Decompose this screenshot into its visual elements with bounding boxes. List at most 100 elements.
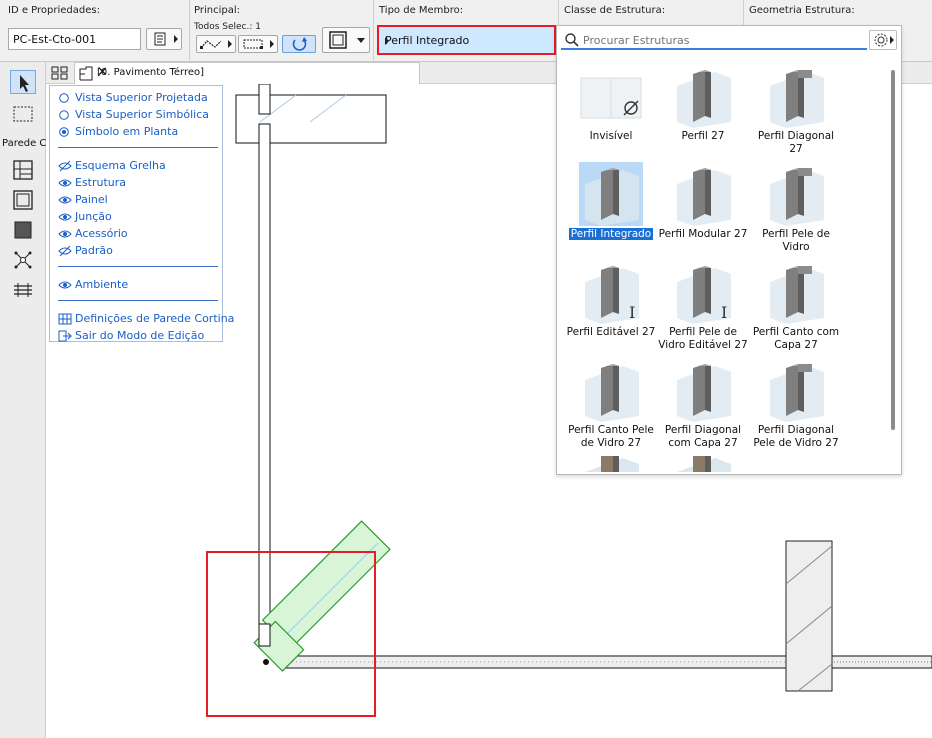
member-type-value: Perfil Integrado (385, 34, 470, 47)
library-tile-label-text: Perfil Diagonal 27 (757, 130, 835, 155)
library-tile[interactable]: Perfil Modular 27 (657, 160, 749, 256)
library-tile[interactable]: Perfil Canto Pele de Vidro 27 (565, 356, 657, 452)
library-tile-label: Perfil Pele de Vidro (750, 228, 842, 254)
flip-button[interactable] (282, 35, 316, 53)
view-menu-item-label: Sair do Modo de Edição (75, 329, 205, 342)
profile-thumb-icon: I (671, 260, 735, 324)
cursor-arrow-icon (20, 75, 29, 92)
library-tile-label: Invisível (565, 130, 657, 143)
junction-tool-button[interactable] (10, 248, 36, 272)
column-element[interactable] (785, 540, 833, 692)
principal-title: Principal: (194, 5, 240, 16)
marquee-icon (13, 106, 33, 122)
chevron-down-icon (357, 38, 365, 43)
rotate-icon (292, 37, 307, 51)
menu-divider (58, 147, 218, 148)
library-tile[interactable]: I Perfil Pele de Vidro Editável 27 (657, 258, 749, 354)
curtain-wall-tool-button[interactable] (10, 158, 36, 182)
document-icon (154, 32, 166, 46)
chevron-right-icon (890, 36, 894, 44)
chevron-right-icon (385, 37, 389, 45)
structure-geometry-title: Geometria Estrutura: (749, 5, 855, 16)
library-tile[interactable]: Perfil Pele de Vidro (750, 160, 842, 256)
eye-icon (58, 279, 72, 291)
view-menu-item-label: Definições de Parede Cortina (75, 312, 235, 325)
radio-checked-icon (58, 126, 70, 138)
empty-set-icon (579, 64, 643, 128)
radio-empty-icon (58, 92, 70, 104)
structure-display-button[interactable] (322, 27, 370, 53)
close-icon[interactable]: ✕ (97, 65, 411, 80)
library-tile[interactable]: Perfil Diagonal Pele de Vidro 27 (750, 356, 842, 452)
library-scrollbar[interactable] (891, 70, 895, 430)
library-tile-label: Perfil Editável 27 (565, 326, 657, 339)
library-tile[interactable]: Perfil 27 (657, 62, 749, 158)
element-id-field[interactable]: PC-Est-Cto-001 (8, 28, 141, 50)
view-menu-item-label: Padrão (75, 244, 113, 257)
menu-divider (58, 266, 218, 267)
eye-icon (58, 194, 72, 206)
chevron-right-icon (270, 40, 274, 48)
search-box[interactable] (561, 30, 867, 50)
view-menu-item-label: Esquema Grelha (75, 159, 166, 172)
panel-tool-button[interactable] (10, 218, 36, 242)
library-tile[interactable]: Perfil Diagonal com Capa 27 (657, 356, 749, 452)
geometry-method-button[interactable] (196, 35, 236, 53)
segment-icon (200, 40, 222, 49)
selection-count: Todos Selec.: 1 (194, 22, 261, 32)
profile-thumb-icon (579, 358, 643, 422)
view-menu-item-label: Painel (75, 193, 108, 206)
wall-segment-top[interactable] (258, 83, 271, 115)
marquee-tool-button[interactable] (10, 102, 36, 126)
frame-method-button[interactable] (238, 35, 278, 53)
arrow-tool-button[interactable] (10, 70, 36, 94)
view-menu-item-label: Junção (75, 210, 112, 223)
library-tile-label: Perfil Modular 27 (657, 228, 749, 241)
structure-library-popup: Invisível Perfil 27 Perfil Diagonal 27 Perf… (556, 25, 902, 475)
menu-divider (58, 300, 218, 301)
view-grid-icon[interactable] (50, 65, 70, 81)
archicad-window: ID e Propriedades: PC-Est-Cto-001 Princi… (0, 0, 932, 738)
toolbox-category-label: Parede C (2, 138, 47, 149)
library-tile-label: Perfil Integrado (565, 228, 657, 241)
library-tile[interactable]: Invisível (565, 62, 657, 158)
library-tile-label-text: Perfil Canto com Capa 27 (752, 326, 840, 351)
frame-icon (13, 190, 33, 210)
floor-plan-icon (79, 66, 93, 81)
eye-hidden-icon (58, 160, 72, 172)
view-menu-item-label: Vista Superior Simbólica (75, 108, 210, 121)
settings-dialog-button[interactable] (146, 28, 182, 50)
profile-thumb-icon (764, 64, 828, 128)
library-tile-label: Perfil Canto com Capa 27 (750, 326, 842, 352)
profile-thumb-icon: I (579, 260, 643, 324)
library-tile[interactable]: Perfil Diagonal 27 (750, 62, 842, 158)
tab-floor-plan[interactable]: [0. Pavimento Térreo] ✕ (74, 62, 420, 84)
library-tile-label-text: Perfil Integrado (568, 228, 654, 240)
library-tile[interactable]: Perfil Canto com Capa 27 (750, 258, 842, 354)
svg-text:I: I (721, 303, 727, 322)
profile-thumb-icon (671, 162, 735, 226)
library-tile-label: Perfil Diagonal com Capa 27 (657, 424, 749, 450)
curtain-wall-icon (13, 160, 33, 180)
eye-icon (58, 177, 72, 189)
view-menu-item-label: Acessório (75, 227, 128, 240)
frame-tool-button[interactable] (10, 188, 36, 212)
search-input[interactable] (583, 32, 861, 48)
library-settings-button[interactable] (869, 30, 897, 50)
id-properties-section: ID e Propriedades: PC-Est-Cto-001 (0, 0, 190, 62)
library-tile-label: Perfil Diagonal Pele de Vidro 27 (750, 424, 842, 450)
accessory-tool-button[interactable] (10, 278, 36, 302)
library-tile[interactable]: I Perfil Editável 27 (565, 258, 657, 354)
member-type-dropdown[interactable]: Perfil Integrado (377, 25, 556, 55)
library-tile-label: Perfil Pele de Vidro Editável 27 (657, 326, 749, 352)
view-menu-item-label: Símbolo em Planta (75, 125, 179, 138)
member-type-title: Tipo de Membro: (379, 5, 464, 16)
library-tile-label-text: Perfil Canto Pele de Vidro 27 (568, 424, 654, 449)
library-tile[interactable]: Perfil Integrado (565, 160, 657, 256)
id-properties-title: ID e Propriedades: (8, 5, 100, 16)
library-tile-label-text: Perfil Pele de Vidro (762, 228, 830, 253)
chevron-right-icon (174, 35, 178, 43)
library-tile-label-text: Perfil Pele de Vidro Editável 27 (658, 326, 748, 351)
chevron-right-icon (228, 40, 232, 48)
eye-icon (58, 211, 72, 223)
